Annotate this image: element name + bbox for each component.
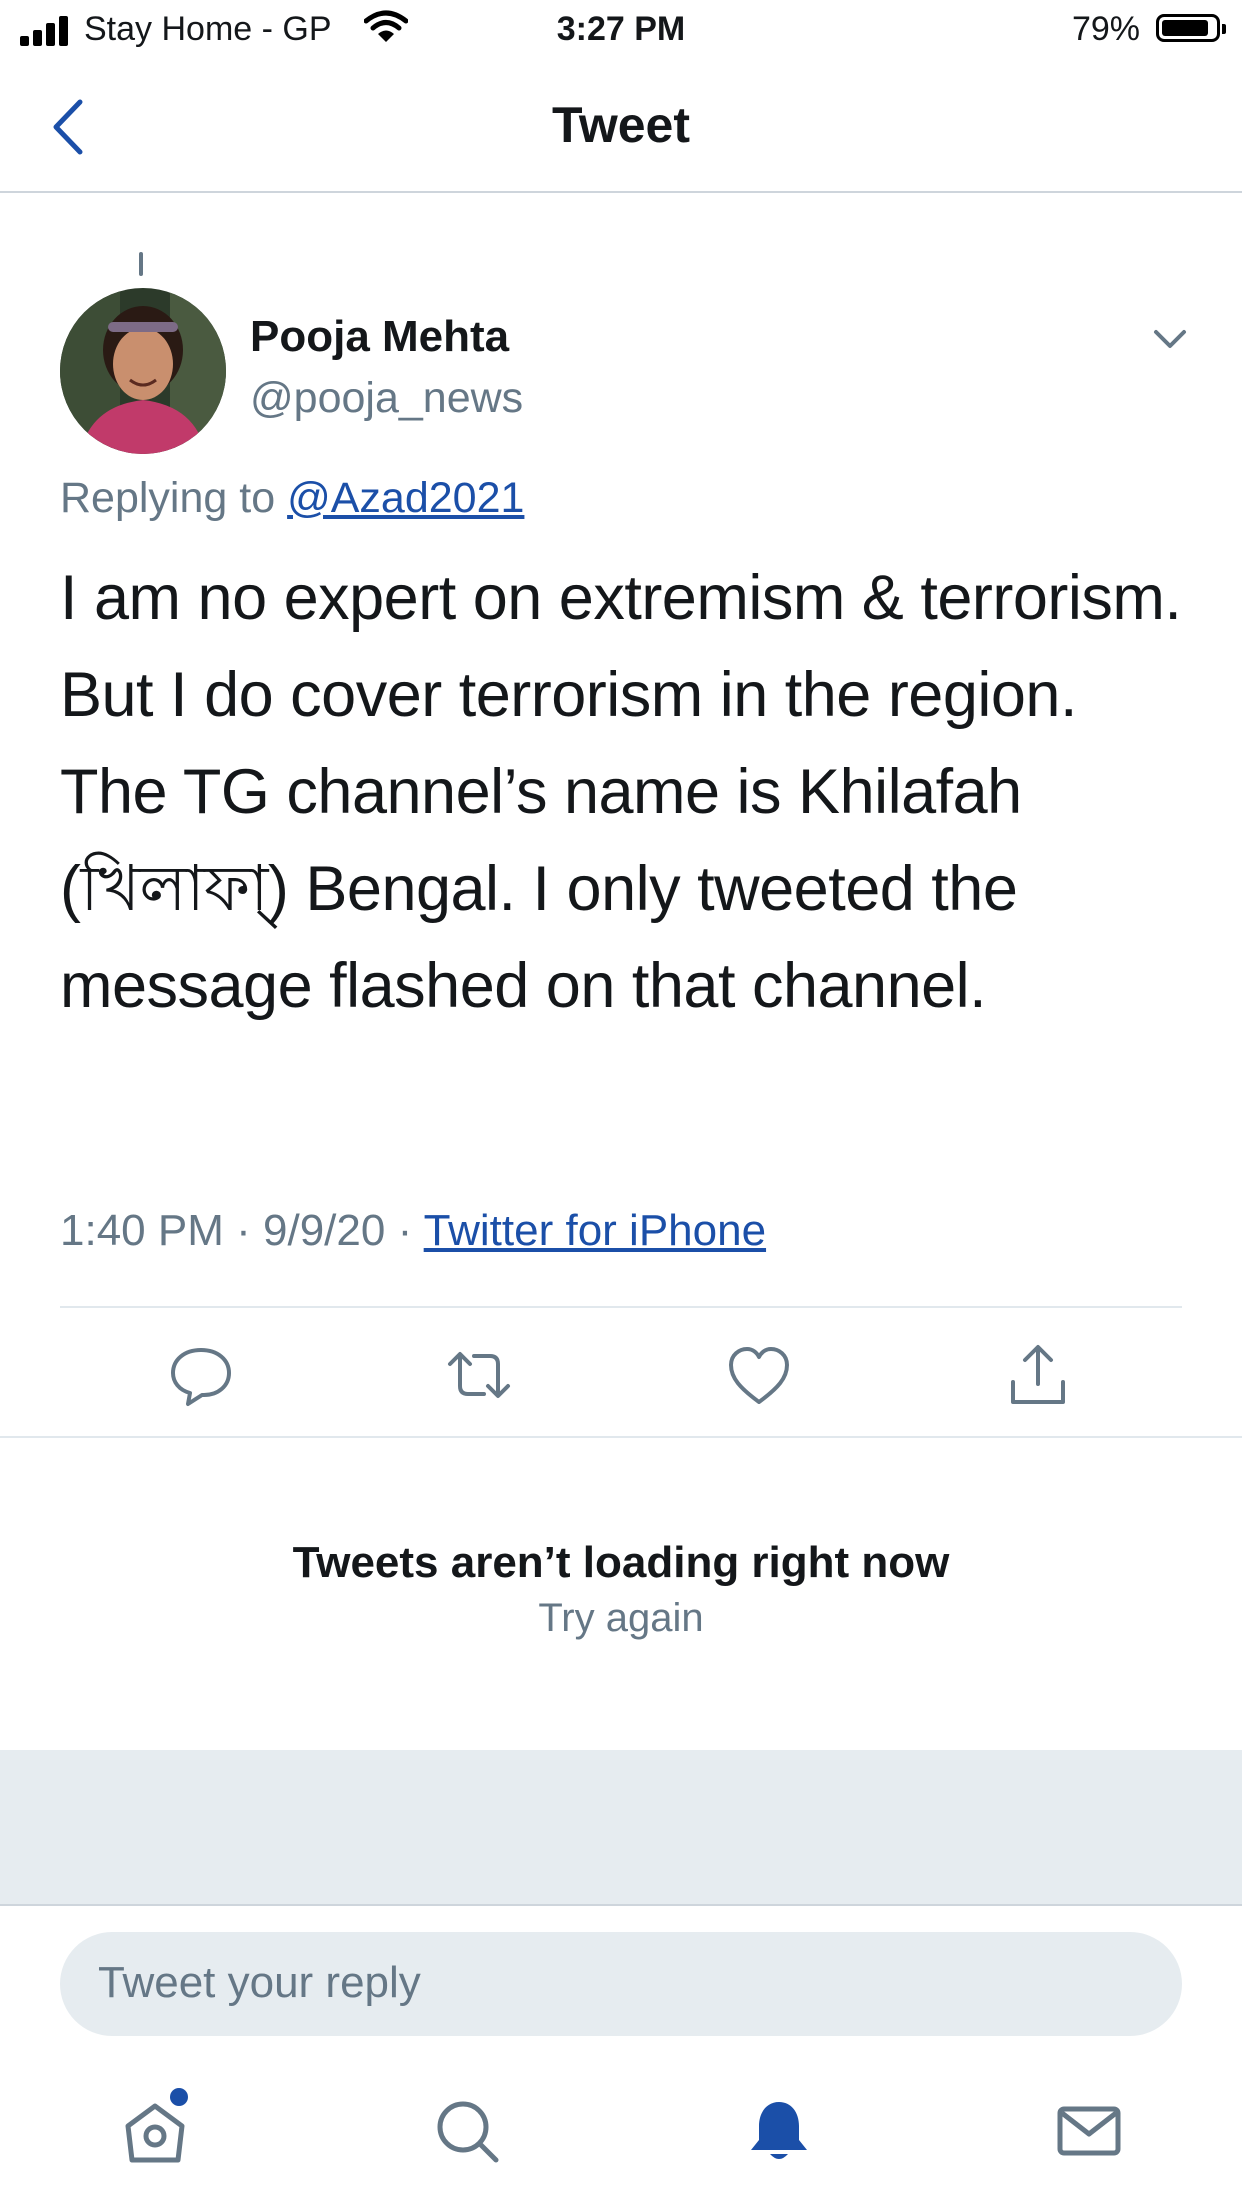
tab-messages[interactable]	[1054, 2096, 1124, 2166]
status-bar: Stay Home - GP 3:27 PM 79%	[0, 0, 1242, 62]
tweet-source-link[interactable]: Twitter for iPhone	[424, 1206, 766, 1255]
like-button[interactable]	[724, 1340, 794, 1410]
empty-panel	[0, 1750, 1242, 1905]
separator: ·	[397, 1206, 424, 1255]
author-name[interactable]: Pooja Mehta	[250, 312, 509, 362]
reply-button[interactable]	[166, 1340, 236, 1410]
share-icon	[1011, 1345, 1065, 1404]
replying-prefix: Replying to	[60, 474, 276, 522]
tab-notifications[interactable]	[744, 2096, 814, 2166]
like-icon	[729, 1347, 789, 1404]
share-button[interactable]	[1003, 1340, 1073, 1410]
battery-percent: 79%	[1071, 10, 1140, 48]
avatar-image	[60, 288, 226, 454]
divider	[0, 191, 1242, 193]
divider	[0, 1904, 1242, 1906]
search-icon	[437, 2101, 499, 2163]
messages-icon	[1057, 2106, 1121, 2156]
home-icon	[125, 2103, 185, 2163]
separator: ·	[236, 1206, 263, 1255]
author-handle[interactable]: @pooja_news	[250, 374, 523, 423]
retweet-icon	[448, 1352, 510, 1398]
tab-home[interactable]	[120, 2096, 190, 2166]
divider	[0, 1436, 1242, 1438]
divider	[60, 1306, 1182, 1308]
chevron-down-icon	[1154, 330, 1186, 348]
tweet-text: I am no expert on extremism & terrorism.…	[60, 563, 1182, 1021]
page-title: Tweet	[552, 97, 690, 153]
avatar[interactable]	[60, 288, 226, 454]
replying-to: Replying to @Azad2021	[60, 474, 524, 523]
notifications-icon	[751, 2102, 807, 2159]
try-again-button[interactable]: Try again	[0, 1596, 1242, 1641]
status-time: 3:27 PM	[556, 10, 686, 48]
battery-icon	[1156, 14, 1226, 42]
tweet-meta: 1:40 PM · 9/9/20 · Twitter for iPhone	[60, 1206, 766, 1256]
reply-icon	[171, 1348, 231, 1406]
home-new-indicator	[170, 2088, 188, 2106]
reply-input[interactable]: Tweet your reply	[60, 1932, 1182, 2036]
thread-connector	[139, 252, 143, 276]
retweet-button[interactable]	[444, 1340, 514, 1410]
tweet-time: 1:40 PM	[60, 1206, 224, 1255]
replies-error-message: Tweets aren’t loading right now	[292, 1538, 950, 1587]
tweet-date: 9/9/20	[263, 1206, 386, 1255]
tab-search[interactable]	[432, 2096, 502, 2166]
replying-to-link[interactable]: @Azad2021	[287, 474, 524, 522]
reply-placeholder: Tweet your reply	[98, 1958, 421, 2007]
tweet-options-button[interactable]	[1148, 322, 1192, 358]
